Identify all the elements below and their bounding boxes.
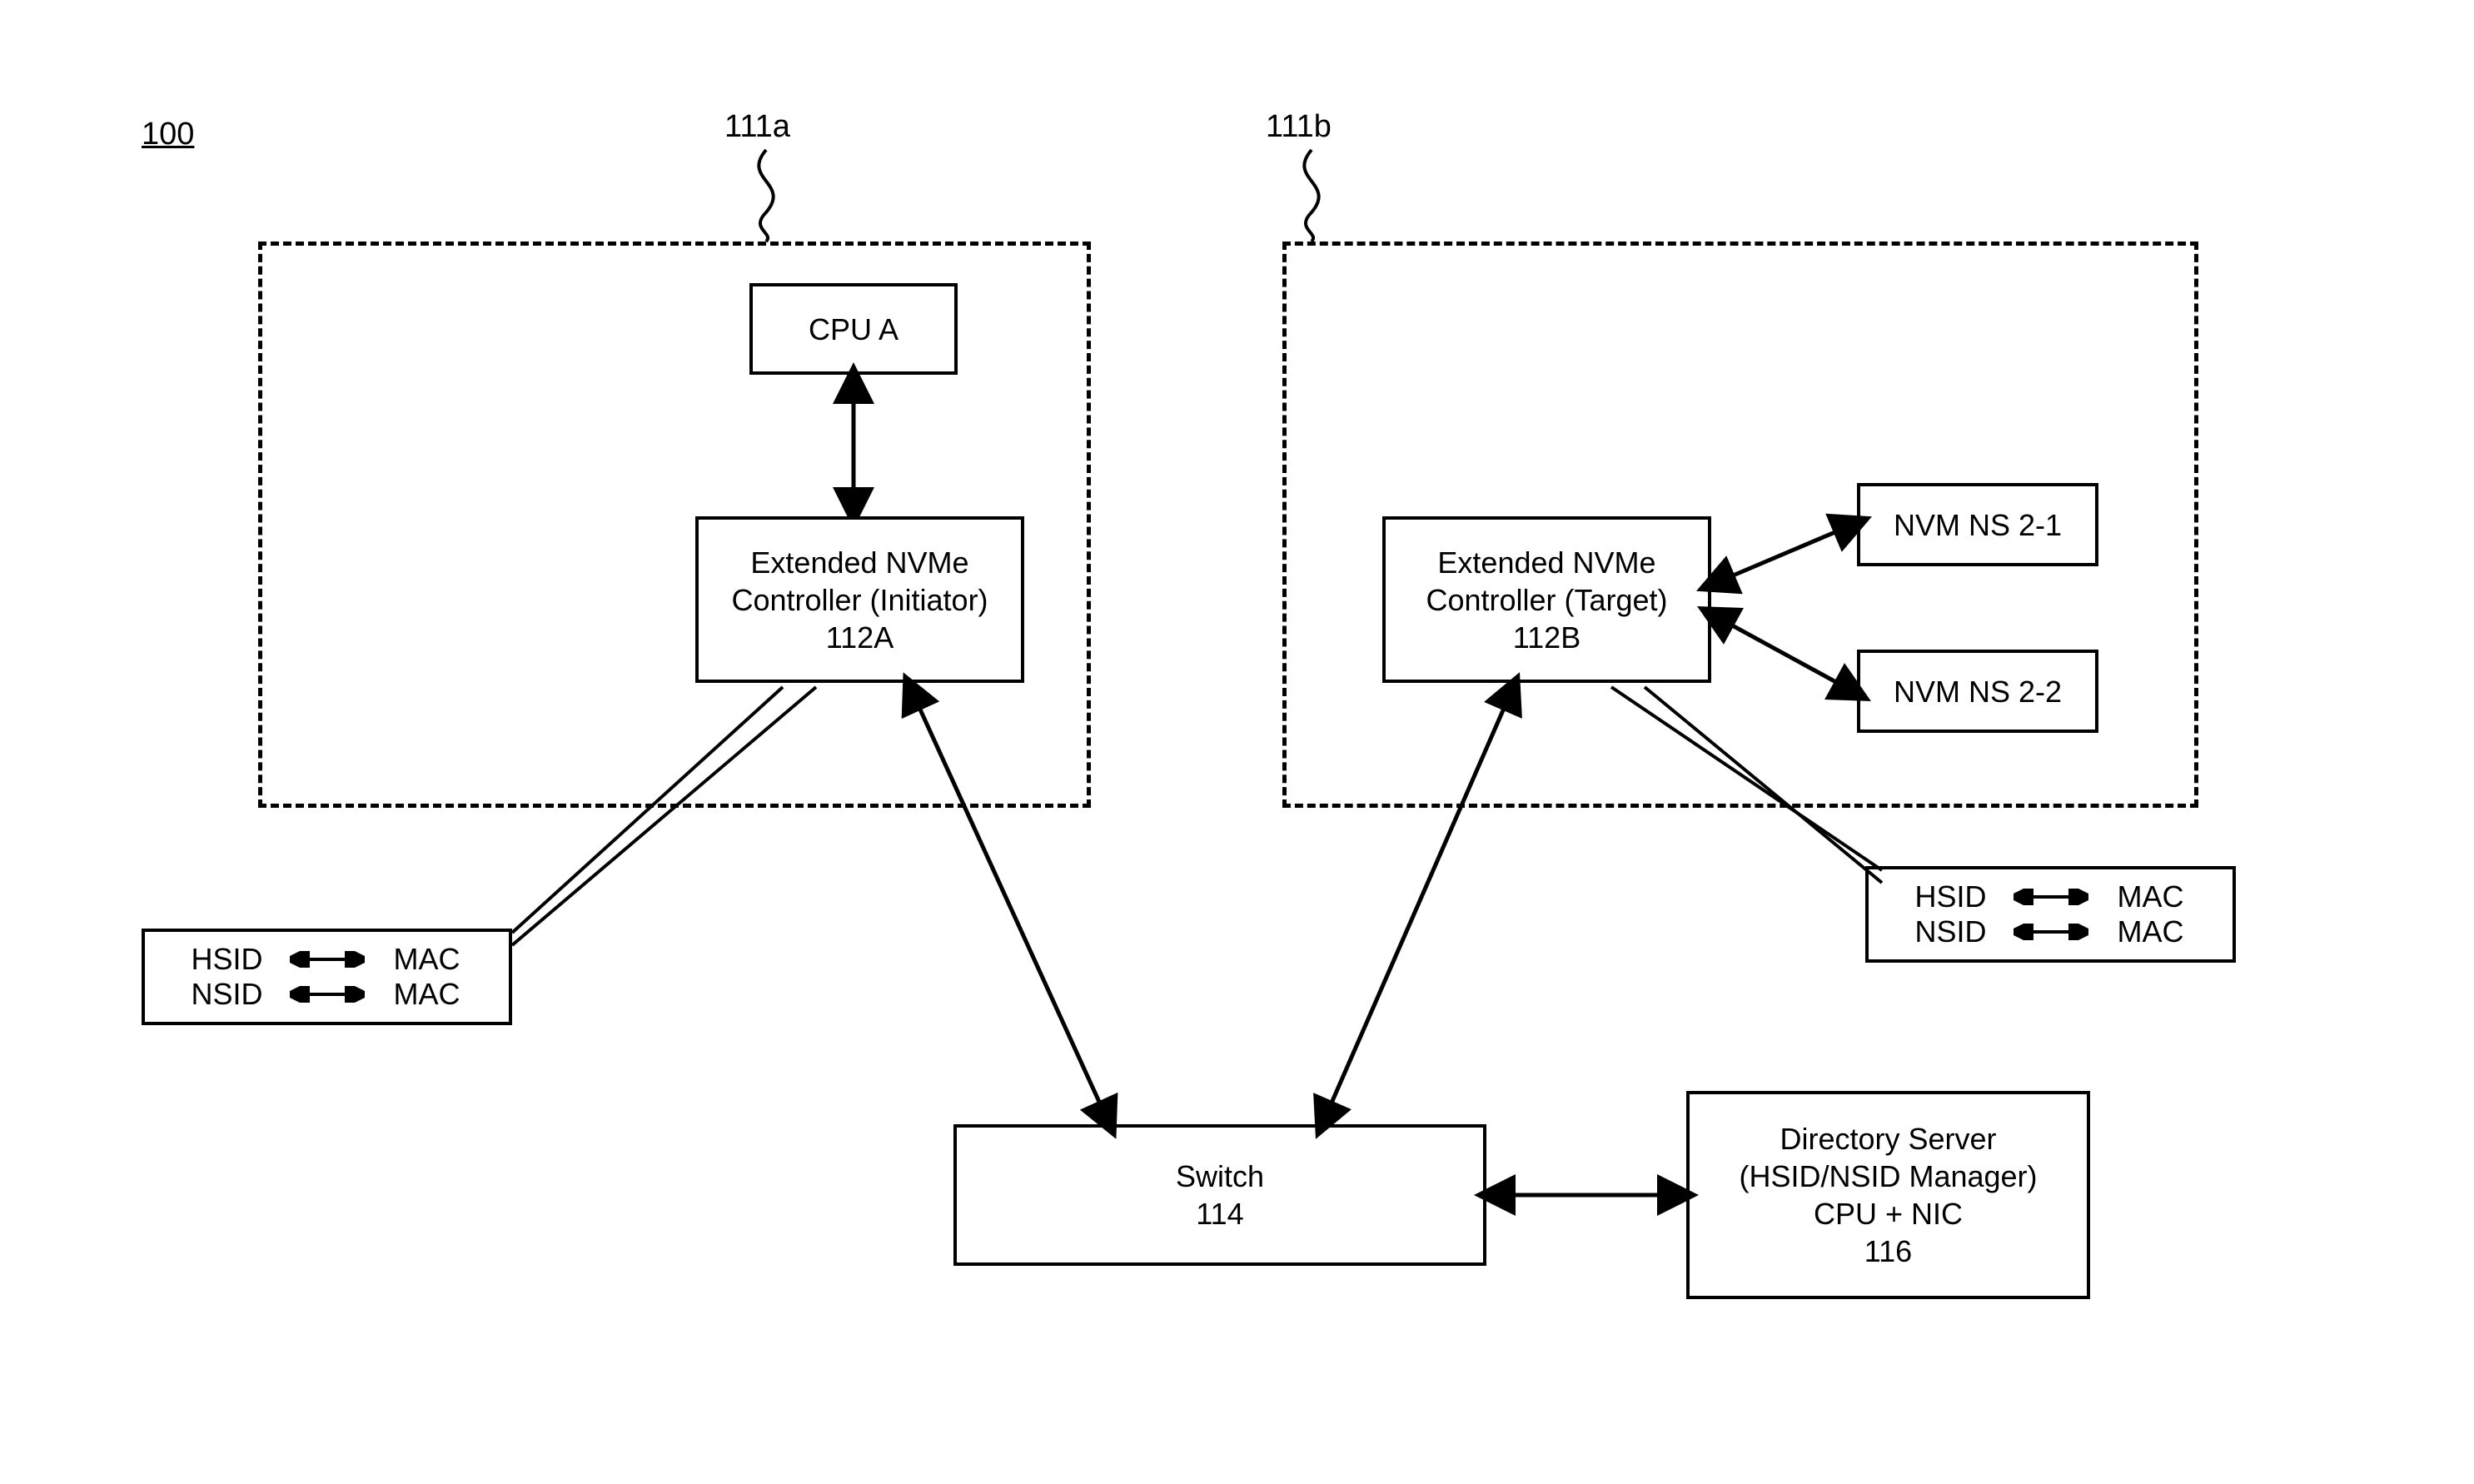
mapping-a-r1-left: HSID	[182, 942, 273, 977]
controller-a-box: Extended NVMe Controller (Initiator) 112…	[695, 516, 1024, 683]
mapping-a-row-2: NSID MAC	[162, 977, 492, 1012]
mapping-a-r2-right: MAC	[381, 977, 473, 1012]
controller-a-ref: 112A	[826, 619, 894, 656]
mapping-b-r2-left: NSID	[1905, 914, 1997, 949]
switch-label: Switch	[1176, 1158, 1264, 1195]
directory-line1: Directory Server	[1780, 1120, 1996, 1158]
switch-box: Switch 114	[953, 1124, 1486, 1266]
mapping-a-r1-right: MAC	[381, 942, 473, 977]
arrow-cpu-to-controller-a	[833, 375, 874, 516]
squiggle-icon	[749, 150, 783, 242]
double-arrow-icon	[2014, 889, 2088, 905]
directory-line2: (HSID/NSID Manager)	[1739, 1158, 2037, 1195]
mapping-table-a: HSID MAC NSID MAC	[142, 929, 512, 1025]
callout-mapping-b	[1607, 683, 1940, 899]
host-a-ref-label: 111a	[724, 108, 790, 147]
diagram-canvas: 100 111a 111b CPU A Extended NVMe Contro…	[0, 0, 2474, 1484]
arrow-controller-b-to-switch	[1299, 683, 1532, 1133]
double-arrow-icon	[2014, 924, 2088, 940]
mapping-a-r2-left: NSID	[182, 977, 273, 1012]
squiggle-icon	[1295, 150, 1328, 242]
cpu-a-label: CPU A	[809, 311, 899, 348]
controller-b-box: Extended NVMe Controller (Target) 112B	[1382, 516, 1711, 683]
mapping-b-r1-right: MAC	[2105, 879, 2197, 914]
nvm-ns-2-1-box: NVM NS 2-1	[1857, 483, 2098, 566]
directory-line3: CPU + NIC	[1814, 1195, 1963, 1233]
arrow-controller-a-to-switch	[899, 683, 1149, 1133]
controller-b-line2: Controller (Target)	[1426, 581, 1667, 619]
double-arrow-icon	[290, 951, 365, 968]
controller-b-line1: Extended NVMe	[1437, 544, 1655, 581]
host-b-ref-label: 111b	[1266, 108, 1332, 147]
mapping-b-row-2: NSID MAC	[1885, 914, 2216, 949]
directory-ref: 116	[1864, 1233, 1912, 1270]
directory-server-box: Directory Server (HSID/NSID Manager) CPU…	[1686, 1091, 2090, 1299]
cpu-a-box: CPU A	[749, 283, 958, 375]
double-arrow-icon	[290, 986, 365, 1003]
arrow-switch-to-directory	[1486, 1178, 1695, 1212]
controller-a-line1: Extended NVMe	[750, 544, 968, 581]
controller-a-line2: Controller (Initiator)	[731, 581, 988, 619]
nvm-ns-2-1-label: NVM NS 2-1	[1894, 506, 2062, 544]
controller-b-ref: 112B	[1513, 619, 1580, 656]
figure-reference: 100	[142, 117, 194, 152]
mapping-b-r2-right: MAC	[2105, 914, 2197, 949]
switch-ref: 114	[1196, 1195, 1243, 1233]
mapping-a-row-1: HSID MAC	[162, 942, 492, 977]
callout-mapping-a	[500, 683, 833, 949]
